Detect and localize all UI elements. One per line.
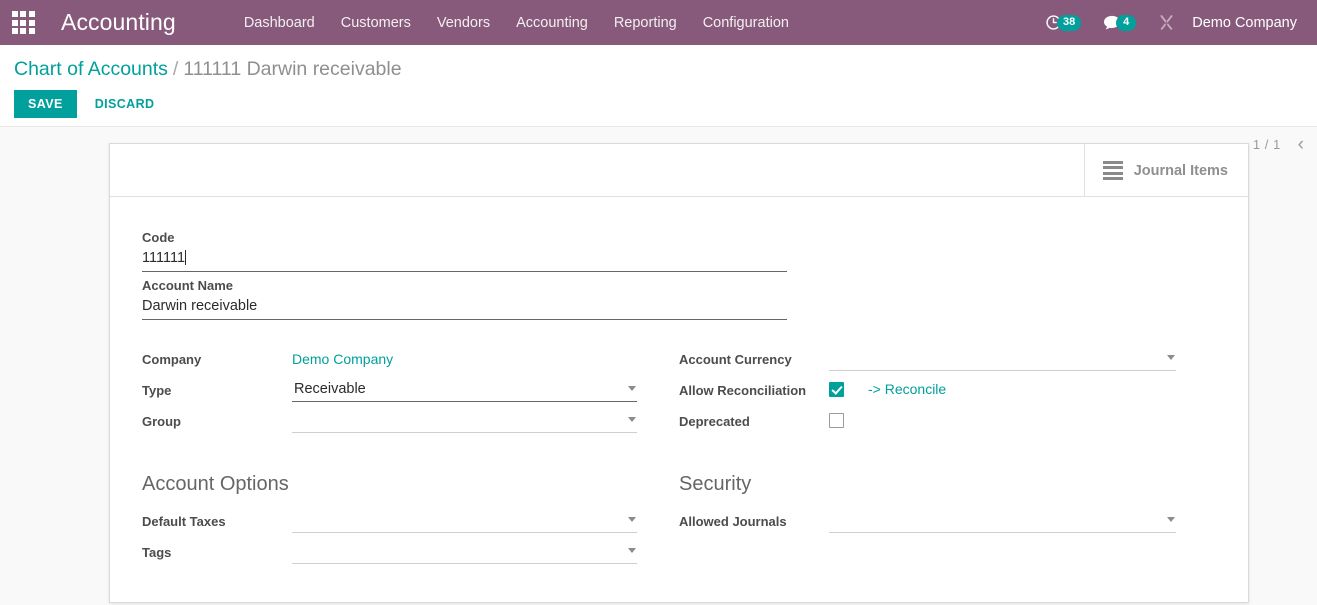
menu-item-accounting[interactable]: Accounting <box>503 9 601 37</box>
field-company-label: Company <box>142 352 202 367</box>
field-tags-label: Tags <box>142 545 172 560</box>
field-deprecated-label: Deprecated <box>679 414 750 429</box>
text-caret <box>185 250 187 265</box>
allow-reconciliation-checkbox[interactable] <box>829 382 844 397</box>
field-default-taxes-label: Default Taxes <box>142 514 226 529</box>
apps-grid-icon <box>11 11 35 34</box>
apps-menu-toggle[interactable] <box>0 0 46 45</box>
field-code-group: Code 111111 <box>142 230 1216 272</box>
messaging-count-badge: 4 <box>1116 14 1137 31</box>
stat-button-box: Journal Items <box>110 144 1248 197</box>
type-select[interactable] <box>292 379 637 402</box>
app-brand-title[interactable]: Accounting <box>61 9 176 36</box>
field-code-label: Code <box>142 230 175 245</box>
menu-item-reporting[interactable]: Reporting <box>601 9 690 37</box>
field-type-row: Type <box>142 379 657 405</box>
section-columns: Account Options Default Taxes Tags Secur… <box>142 441 1216 572</box>
field-default-taxes-row: Default Taxes <box>142 510 657 536</box>
record-pager: 1 / 1 ‹ <box>1252 135 1307 154</box>
activity-count-badge: 38 <box>1056 14 1082 31</box>
form-view-container: Journal Items Code 111111 Account Name D… <box>0 127 1317 605</box>
default-taxes-select-wrapper <box>292 510 637 533</box>
field-tags-row: Tags <box>142 541 657 567</box>
list-bars-icon <box>1102 160 1123 181</box>
field-group-row: Group <box>142 410 657 436</box>
field-group-label: Group <box>142 414 181 429</box>
account-currency-select-wrapper <box>829 348 1176 371</box>
debug-menu-button[interactable] <box>1147 0 1186 45</box>
deprecated-checkbox[interactable] <box>829 413 844 428</box>
field-allow-reconciliation-label: Allow Reconciliation <box>679 383 807 398</box>
form-body: Code 111111 Account Name Darwin receivab… <box>110 197 1248 602</box>
pager-count: 1 / 1 <box>1252 137 1281 152</box>
field-account-currency-label: Account Currency <box>679 352 792 367</box>
record-action-buttons: SAVE DISCARD <box>14 90 1303 118</box>
type-select-wrapper <box>292 379 637 402</box>
tags-select-wrapper <box>292 541 637 564</box>
group-select-wrapper <box>292 410 637 433</box>
activity-menu-button[interactable]: 38 <box>1034 0 1092 45</box>
breadcrumb-separator: / <box>172 58 179 80</box>
menu-item-dashboard[interactable]: Dashboard <box>231 9 328 37</box>
field-company-row: Company Demo Company <box>142 348 657 374</box>
journal-items-label: Journal Items <box>1133 162 1228 179</box>
systray: 38 4 Demo Company <box>1034 0 1305 45</box>
field-type-label: Type <box>142 383 172 398</box>
messaging-menu-button[interactable]: 4 <box>1092 0 1147 45</box>
company-value-link[interactable]: Demo Company <box>292 348 393 367</box>
chevron-left-icon[interactable]: ‹ <box>1295 135 1307 154</box>
breadcrumb-parent-link[interactable]: Chart of Accounts <box>14 58 168 80</box>
form-sheet: Journal Items Code 111111 Account Name D… <box>109 143 1249 603</box>
tools-wrench-icon <box>1158 14 1175 31</box>
allowed-journals-select[interactable] <box>829 510 1176 533</box>
reconcile-link[interactable]: -> Reconcile <box>868 379 946 397</box>
menu-item-customers[interactable]: Customers <box>328 9 424 37</box>
security-heading: Security <box>679 473 752 495</box>
field-account-name-label: Account Name <box>142 278 234 293</box>
left-field-column: Company Demo Company Type Receivable Gro… <box>142 348 679 441</box>
field-deprecated-row: Deprecated <box>679 410 1216 436</box>
code-input[interactable]: 111111 <box>142 248 787 272</box>
field-account-name-group: Account Name Darwin receivable <box>142 278 1216 320</box>
menu-item-configuration[interactable]: Configuration <box>690 9 802 37</box>
allowed-journals-select-wrapper <box>829 510 1176 533</box>
account-options-section: Account Options Default Taxes Tags <box>142 441 679 572</box>
account-options-heading: Account Options <box>142 473 289 495</box>
main-menu: Dashboard Customers Vendors Accounting R… <box>231 9 802 37</box>
journal-items-stat-button[interactable]: Journal Items <box>1083 144 1248 197</box>
breadcrumb-current: 111111 Darwin receivable <box>183 58 402 80</box>
security-section: Security Allowed Journals <box>679 441 1216 572</box>
control-panel: Chart of Accounts/111111 Darwin receivab… <box>0 45 1317 154</box>
breadcrumb: Chart of Accounts/111111 Darwin receivab… <box>14 45 1303 82</box>
tags-select[interactable] <box>292 541 637 564</box>
right-field-column: Account Currency Allow Reconciliation ->… <box>679 348 1216 441</box>
main-field-columns: Company Demo Company Type Receivable Gro… <box>142 348 1216 441</box>
field-account-currency-row: Account Currency <box>679 348 1216 374</box>
field-allowed-journals-row: Allowed Journals <box>679 510 1216 536</box>
default-taxes-select[interactable] <box>292 510 637 533</box>
discard-button[interactable]: DISCARD <box>85 90 165 118</box>
user-menu-button[interactable]: Demo Company <box>1186 15 1305 31</box>
save-button[interactable]: SAVE <box>14 90 77 118</box>
code-input-value: 111111 <box>142 250 186 266</box>
field-allow-reconciliation-row: Allow Reconciliation -> Reconcile <box>679 379 1216 405</box>
menu-item-vendors[interactable]: Vendors <box>424 9 503 37</box>
top-navbar: Accounting Dashboard Customers Vendors A… <box>0 0 1317 45</box>
account-currency-select[interactable] <box>829 348 1176 371</box>
group-select[interactable] <box>292 410 637 433</box>
account-name-input[interactable]: Darwin receivable <box>142 296 787 320</box>
field-allowed-journals-label: Allowed Journals <box>679 514 787 529</box>
